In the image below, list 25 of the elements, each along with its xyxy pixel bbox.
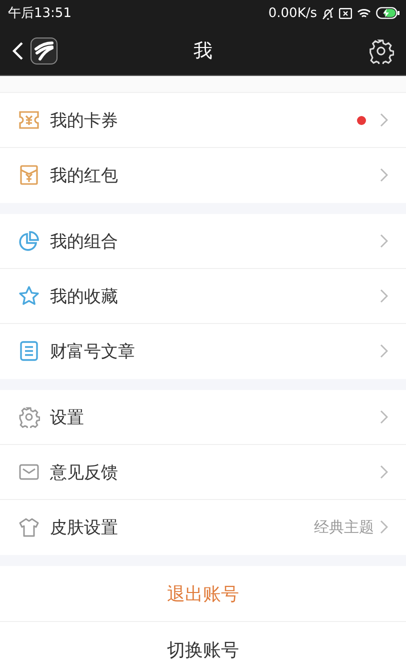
- page-title: 我: [192, 38, 214, 64]
- chevron-right-icon: [380, 465, 388, 479]
- chevron-right-icon: [380, 410, 388, 424]
- back-button[interactable]: [12, 40, 24, 60]
- wifi-icon: [357, 8, 371, 18]
- chevron-right-icon: [380, 234, 388, 248]
- envelope-icon: [18, 164, 40, 186]
- bell-off-icon: [322, 6, 334, 20]
- chevron-right-icon: [380, 113, 388, 127]
- document-icon: [18, 340, 40, 362]
- chevron-right-icon: [380, 168, 388, 182]
- star-icon: [18, 285, 40, 307]
- status-time: 午后13:51: [8, 5, 72, 22]
- ticket-icon: [18, 109, 40, 131]
- settings-button[interactable]: [368, 38, 394, 64]
- chevron-right-icon: [380, 520, 388, 534]
- shirt-icon: [18, 516, 40, 538]
- network-speed: 0.00K/s: [268, 6, 317, 20]
- gear-icon: [18, 406, 40, 428]
- app-logo-icon: [30, 36, 58, 64]
- chevron-right-icon: [380, 344, 388, 358]
- pie-chart-icon: [18, 230, 40, 252]
- chevron-right-icon: [380, 289, 388, 303]
- sim-icon: [339, 8, 352, 18]
- battery-charging-icon: [376, 7, 400, 19]
